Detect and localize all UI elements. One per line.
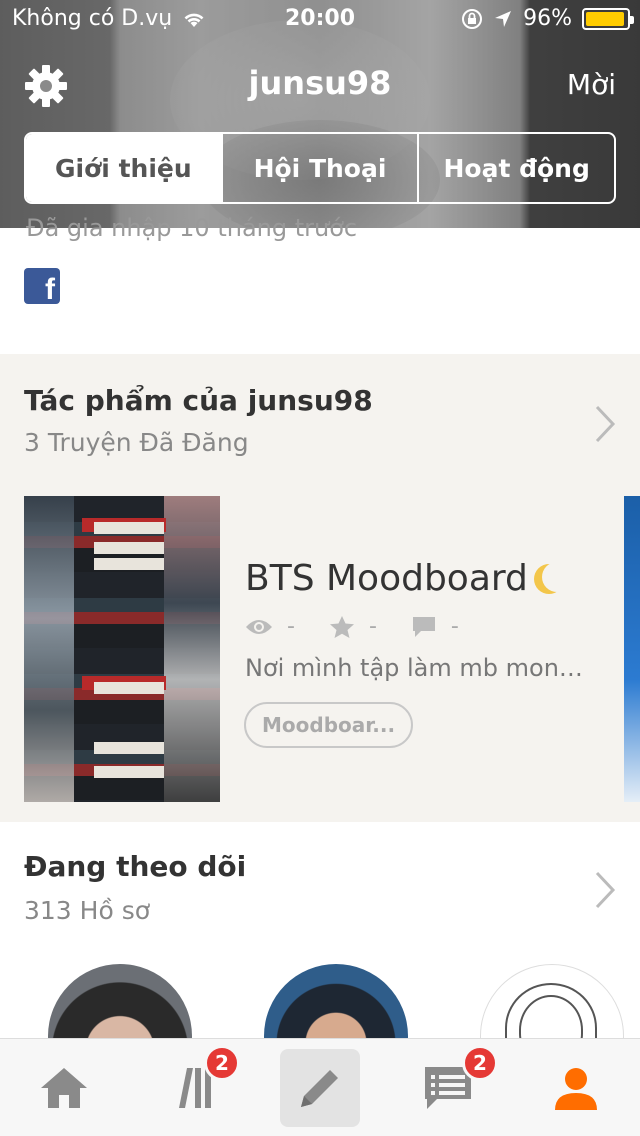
status-bar: Không có D.vụ 20:00 96% [0,0,640,40]
star-icon [329,615,354,638]
works-title: Tác phẩm của junsu98 [24,384,373,417]
views-count: - [287,614,295,639]
tab-activity[interactable]: Hoạt động [417,134,614,202]
profile-header: Không có D.vụ 20:00 96% junsu98 Mời Giới… [0,0,640,228]
tab-profile[interactable] [536,1039,616,1136]
home-icon [41,1068,87,1108]
tab-about[interactable]: Giới thiệu [26,134,221,202]
bottom-tab-bar: 2 2 [0,1038,640,1136]
location-icon [495,10,512,27]
tab-home[interactable] [24,1039,104,1136]
following-title: Đang theo dõi [24,850,247,883]
profile-icon [555,1068,597,1110]
avatar[interactable] [264,964,408,1038]
tab-library[interactable]: 2 [152,1039,240,1136]
comment-icon [412,616,435,637]
tab-messages[interactable]: 2 [408,1039,498,1136]
tab-write[interactable] [280,1049,360,1127]
chevron-right-icon[interactable] [594,870,616,910]
about-section: Đã gia nhập 10 tháng trước f [0,214,640,354]
chevron-right-icon[interactable] [594,404,616,444]
pencil-icon [301,1070,338,1107]
joined-text: Đã gia nhập 10 tháng trước [26,214,358,242]
story-cover[interactable] [24,496,220,802]
profile-username: junsu98 [248,64,392,102]
following-section: Đang theo dõi 313 Hồ sơ [0,822,640,1038]
works-section: Tác phẩm của junsu98 3 Truyện Đã Đăng BT… [0,354,640,822]
story-description: Nơi mình tập làm mb mon… [245,654,583,682]
battery-percent: 96% [523,6,572,31]
rotation-lock-icon [462,8,483,29]
following-count: 313 Hồ sơ [24,896,151,925]
works-count: 3 Truyện Đã Đăng [24,428,249,457]
avatar[interactable] [480,964,624,1038]
profile-tabs: Giới thiệu Hội Thoại Hoạt động [24,132,616,204]
eye-icon [246,619,272,634]
facebook-icon[interactable]: f [24,268,60,304]
story-stats: - - - [245,614,477,639]
battery-icon [582,7,634,30]
crescent-moon-icon [542,562,572,592]
next-story-cover[interactable] [624,496,640,802]
invite-button[interactable]: Mời [567,68,616,101]
library-badge: 2 [204,1045,240,1081]
avatar[interactable] [48,964,192,1038]
votes-count: - [368,614,377,639]
comments-count: - [450,614,459,639]
story-title[interactable]: BTS Moodboard [245,558,572,599]
tab-conversations[interactable]: Hội Thoại [220,134,418,202]
messages-badge: 2 [462,1045,498,1081]
story-tag[interactable]: Moodboar... [244,702,414,748]
